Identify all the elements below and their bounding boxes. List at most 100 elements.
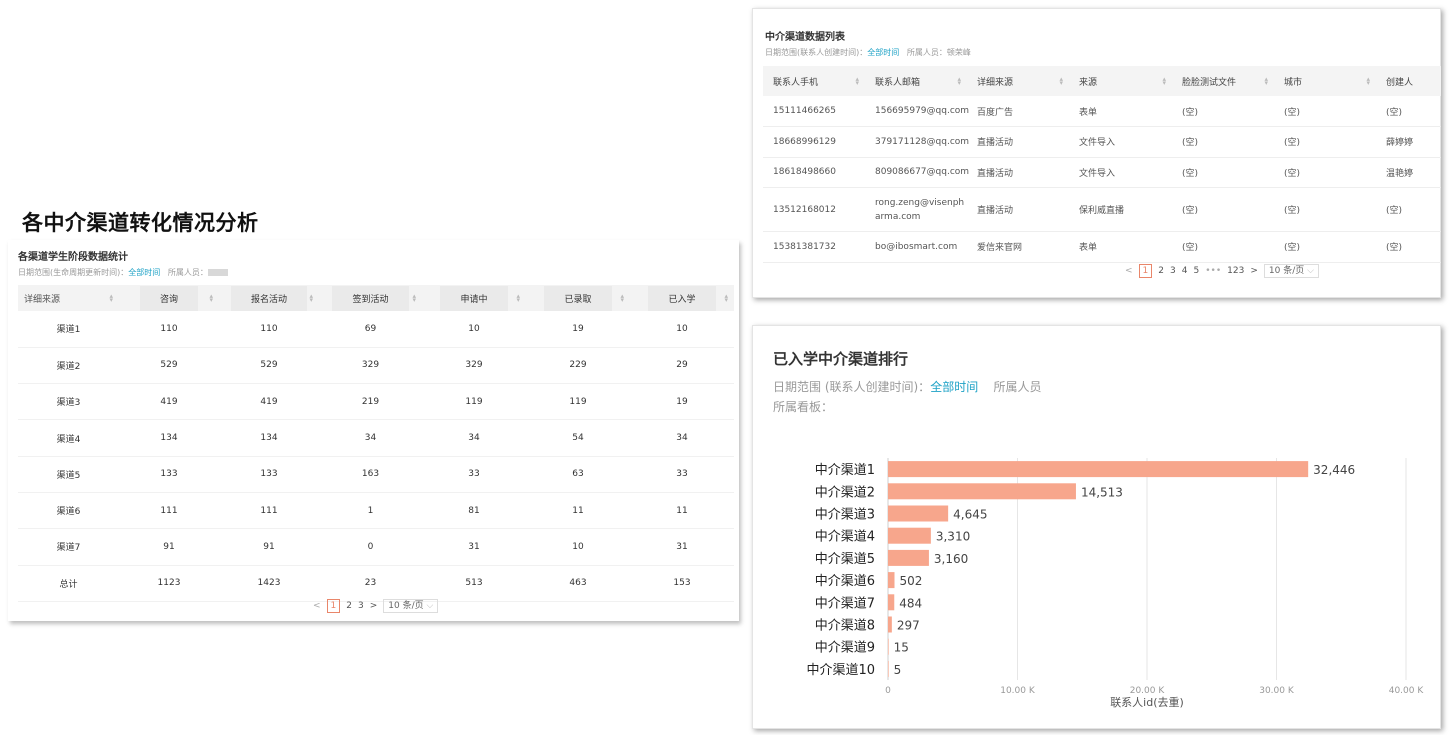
- table-cell: 463: [526, 565, 630, 602]
- bar[interactable]: [888, 616, 892, 633]
- table-cell: 温艳婷: [1376, 157, 1441, 188]
- table-cell: 81: [422, 492, 526, 530]
- table-cell: (空): [1172, 231, 1274, 263]
- row-label: 总计: [18, 565, 119, 602]
- page-2-button[interactable]: 2: [346, 601, 352, 611]
- date-range-link[interactable]: 全部时间: [867, 48, 899, 57]
- table-cell: 134: [119, 419, 219, 457]
- sort-icon[interactable]: ▴ ▾: [516, 293, 520, 304]
- value-label: 3,310: [936, 530, 970, 544]
- table-cell: 529: [219, 347, 319, 385]
- column-header[interactable]: 已入学 ▴ ▾: [630, 285, 734, 311]
- column-header[interactable]: 报名活动 ▴ ▾: [219, 285, 319, 311]
- sort-icon[interactable]: ▴ ▾: [1366, 76, 1370, 87]
- sort-icon[interactable]: ▴ ▾: [109, 293, 113, 304]
- bar[interactable]: [888, 505, 949, 522]
- table-cell: 表单: [1069, 96, 1172, 127]
- page-3-button[interactable]: 3: [358, 601, 364, 611]
- value-label: 3,160: [934, 552, 968, 566]
- table-cell: 爱信来官网: [967, 231, 1069, 263]
- table-cell: 34: [422, 419, 526, 457]
- table-cell: 134: [219, 419, 319, 457]
- bar[interactable]: [888, 594, 895, 611]
- sort-icon[interactable]: ▴ ▾: [957, 76, 961, 87]
- column-header[interactable]: 已录取 ▴ ▾: [526, 285, 630, 311]
- column-header[interactable]: 详细来源 ▴ ▾: [967, 66, 1069, 96]
- table-cell: 31: [630, 528, 734, 566]
- column-header[interactable]: 城市 ▴ ▾: [1274, 66, 1376, 96]
- table-row: 渠道7 91 91 0 31 10 31: [18, 528, 734, 566]
- bar[interactable]: [888, 660, 889, 677]
- table-cell: 1: [319, 492, 422, 530]
- column-header[interactable]: 来源 ▴ ▾: [1069, 66, 1172, 96]
- page-4-button[interactable]: 4: [1182, 266, 1188, 276]
- table-cell: (空): [1274, 126, 1376, 158]
- sort-icon[interactable]: ▴ ▾: [855, 76, 859, 87]
- bar[interactable]: [888, 527, 931, 544]
- column-header[interactable]: 脸脸测试文件 ▴ ▾: [1172, 66, 1274, 96]
- sort-icon[interactable]: ▴ ▾: [620, 293, 624, 304]
- page-1-button[interactable]: 1: [326, 599, 341, 613]
- sort-icon[interactable]: ▴ ▾: [209, 293, 213, 304]
- value-label: 484: [899, 596, 922, 610]
- bar[interactable]: [888, 549, 929, 566]
- table-cell: 保利威直播: [1069, 187, 1172, 232]
- column-header[interactable]: 联系人邮箱 ▴ ▾: [865, 66, 967, 96]
- table-cell: 329: [319, 347, 422, 385]
- sort-icon[interactable]: ▴ ▾: [1264, 76, 1268, 87]
- bar[interactable]: [888, 483, 1076, 500]
- x-tick-label: 40.00 K: [1389, 686, 1425, 696]
- table-cell: 529: [119, 347, 219, 385]
- sort-icon[interactable]: ▴ ▾: [412, 293, 416, 304]
- bar[interactable]: [888, 572, 895, 589]
- table-cell: 百度广告: [967, 96, 1069, 127]
- more-pages-ellipsis[interactable]: •••: [1205, 266, 1221, 276]
- page-5-button[interactable]: 5: [1193, 266, 1199, 276]
- column-header[interactable]: 签到活动 ▴ ▾: [319, 285, 422, 311]
- page-3-button[interactable]: 3: [1170, 266, 1176, 276]
- column-header-label: 申请中: [440, 285, 508, 311]
- column-header[interactable]: 申请中 ▴ ▾: [422, 285, 526, 311]
- right-pager: < 1 2 3 4 5 ••• 123 > 10 条/页 ⌵: [1125, 264, 1319, 278]
- bar[interactable]: [888, 461, 1309, 478]
- row-label: 渠道1: [18, 311, 119, 348]
- table-cell: 10: [526, 528, 630, 566]
- panel-meta: 日期范围(联系人创建时间)：全部时间 所属人员：顿荣峰: [765, 48, 971, 57]
- page-size-select[interactable]: 10 条/页 ⌵: [1263, 264, 1319, 278]
- left-pager: < 1 2 3 > 10 条/页 ⌵: [313, 599, 439, 613]
- sort-icon[interactable]: ▴ ▾: [1059, 76, 1063, 87]
- table-cell: 15111466265: [763, 96, 865, 127]
- table-cell: 11: [630, 492, 734, 530]
- page-1-button[interactable]: 1: [1138, 264, 1153, 278]
- page-2-button[interactable]: 2: [1158, 266, 1164, 276]
- category-label: 中介渠道10: [806, 663, 875, 678]
- date-range-link[interactable]: 全部时间: [128, 268, 160, 277]
- next-page-button[interactable]: >: [370, 601, 378, 611]
- column-header[interactable]: 联系人手机 ▴ ▾: [763, 66, 865, 96]
- column-header[interactable]: 创建人: [1376, 66, 1441, 96]
- sort-icon[interactable]: ▴ ▾: [724, 293, 728, 304]
- bar[interactable]: [888, 638, 889, 655]
- table-cell: (空): [1376, 231, 1441, 263]
- sort-icon[interactable]: ▴ ▾: [1162, 76, 1166, 87]
- prev-page-button[interactable]: <: [1125, 266, 1133, 276]
- page-size-select[interactable]: 10 条/页 ⌵: [383, 599, 439, 613]
- table-cell: 34: [630, 419, 734, 457]
- prev-page-button[interactable]: <: [313, 601, 321, 611]
- category-label: 中介渠道8: [815, 619, 875, 634]
- table-cell: 18668996129: [763, 126, 865, 158]
- x-tick-label: 20.00 K: [1130, 686, 1166, 696]
- table-cell: 文件导入: [1069, 126, 1172, 158]
- table-cell: (空): [1274, 231, 1376, 263]
- table-cell: (空): [1274, 96, 1376, 127]
- column-header[interactable]: 详细来源 ▴ ▾: [18, 285, 119, 311]
- next-page-button[interactable]: >: [1250, 266, 1258, 276]
- table-cell: 91: [119, 528, 219, 566]
- sort-icon[interactable]: ▴ ▾: [309, 293, 313, 304]
- table-cell: 379171128@qq.com: [865, 126, 969, 158]
- table-cell: (空): [1376, 96, 1441, 127]
- column-header[interactable]: 咨询 ▴ ▾: [119, 285, 219, 311]
- table-cell: 11: [526, 492, 630, 530]
- last-page-button[interactable]: 123: [1227, 266, 1244, 276]
- table-cell: 229: [526, 347, 630, 385]
